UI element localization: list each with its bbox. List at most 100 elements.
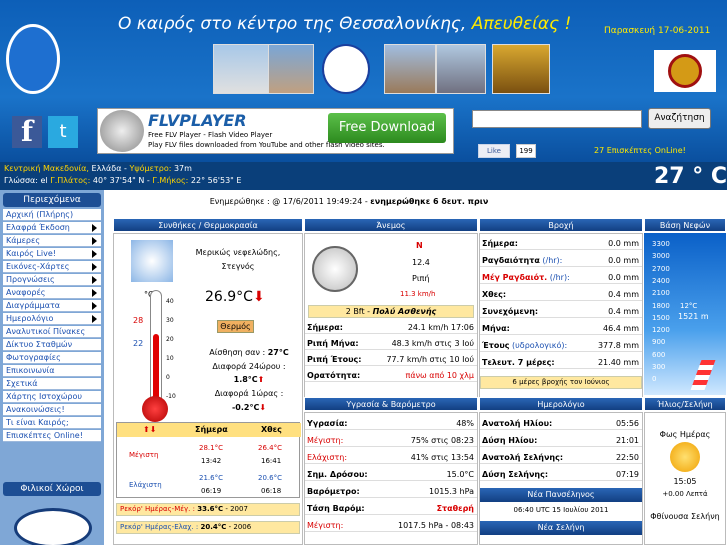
rain-row: Χθες: 0.4 mm (480, 289, 642, 301)
rain-row: Ραγδαιότητα (/hr): 0.0 mm (480, 255, 642, 267)
max-label: Μέγιστη (129, 451, 159, 459)
cloud-scale-tick: 300 (652, 363, 666, 371)
sidebar-item[interactable]: Διαγράμματα (3, 300, 101, 312)
facebook-like-button[interactable]: Like (478, 144, 510, 158)
submenu-arrow-icon (92, 263, 97, 271)
submenu-arrow-icon (92, 224, 97, 232)
col-calendar: Ημερολόγιο (479, 397, 643, 411)
calendar-row: Δύση Σελήνης: 07:19 (480, 469, 642, 481)
max-mark: 28 (133, 316, 144, 325)
thermo-tick: 30 (166, 317, 174, 324)
wind-row: Ριπή Μήνα: 48.3 km/h στις 3 Ιού (305, 338, 477, 350)
cloud-scale-tick: 1200 (652, 326, 670, 335)
sidebar-item[interactable]: Προγνώσεις (3, 274, 101, 286)
calendar-row: Δύση Ηλίου: 21:01 (480, 435, 642, 447)
warm-badge[interactable]: Θερμός (217, 320, 254, 333)
sidebar-item[interactable]: Ανακοινώσεις! (3, 404, 101, 416)
coin-logo (654, 50, 716, 92)
sidebar-item[interactable]: Κάμερες (3, 235, 101, 247)
full-moon-header: Νέα Πανσέληνος (480, 488, 642, 502)
sidebar-item[interactable]: Επικοινωνία (3, 365, 101, 377)
thermo-tick: 0 (166, 374, 170, 381)
daylight-delta: +0.00 Λεπτά (662, 490, 708, 498)
diff1-label: Διαφορά 1ώρας : (214, 389, 284, 398)
sidebar-item[interactable]: Εικόνες-Χάρτες (3, 261, 101, 273)
min-mark: 22 (133, 339, 144, 348)
cloud-height: 1521 m (678, 312, 709, 321)
col-conditions: Συνθήκες / Θερμοκρασία (113, 218, 303, 232)
cloud-scale-tick: 600 (652, 350, 666, 359)
flvplayer-ad-banner[interactable]: FLVPLAYER Free FLV Player - Flash Video … (97, 108, 454, 154)
submenu-arrow-icon (92, 302, 97, 310)
rain-row: Συνεχόμενη: 0.4 mm (480, 306, 642, 318)
search-input[interactable] (472, 110, 642, 128)
current-temperature: 27 ° C (654, 164, 727, 189)
friends-heading: Φιλικοί Χώροι (3, 482, 101, 496)
sidebar-item[interactable]: Τι είναι Καιρός; (3, 417, 101, 429)
sidebar-item[interactable]: Ελαφρά Έκδοση (3, 222, 101, 234)
col-wind: Άνεμος (304, 218, 478, 232)
online-visitors[interactable]: 27 Επισκέπτες OnLine! (594, 146, 686, 155)
submenu-arrow-icon (92, 250, 97, 258)
thermo-tick: 10 (166, 355, 174, 362)
rain-row: Μήνα: 46.4 mm (480, 323, 642, 335)
yday-header: Χθες (261, 425, 282, 434)
sidebar-item[interactable]: Φωτογραφίες (3, 352, 101, 364)
thermo-tick: 40 (166, 298, 174, 305)
col-cloud: Βάση Νεφών (644, 218, 726, 232)
wind-row: Σήμερα: 24.1 km/h 17:06 (305, 322, 477, 334)
cloud-scale-tick: 3300 (652, 240, 670, 248)
coords-line: Γλώσσα: el Γ.Πλάτος: 40° 37'54" N - Γ.Μή… (4, 176, 242, 185)
humidity-row: Τάση Βαρόμ: Σταθερή (305, 503, 477, 515)
sidebar-item[interactable]: Επισκέπτες Online! (3, 430, 101, 442)
min-today-time: 06:19 (201, 487, 222, 495)
humidity-row: Μέγιστη: 75% στις 08:23 (305, 435, 477, 447)
full-moon-date: 06:40 UTC 15 Ιουλίου 2011 (513, 506, 609, 514)
sidebar-item[interactable]: Ημερολόγιο (3, 313, 101, 325)
sidebar-item[interactable]: Σχετικά (3, 378, 101, 390)
wind-direction: Ν (416, 241, 423, 250)
record-max: Ρεκόρ' Ημέρας-Μέγ. : 33.6°C - 2007 (116, 503, 300, 516)
beaufort: 2 Bft - Πολύ Ασθενής (308, 305, 474, 318)
thermometer-bulb (142, 396, 168, 422)
hellas-weather-logo[interactable] (14, 508, 92, 545)
site-logo[interactable] (6, 24, 60, 94)
condition-rain: Στεγνός (221, 262, 255, 271)
gust-value: 11.3 km/h (400, 290, 436, 298)
moon-phase: Φθίνουσα Σελήνη (650, 512, 720, 521)
max-yday-time: 16:41 (261, 457, 282, 465)
sidebar-item[interactable]: Αναλυτικοί Πίνακες (3, 326, 101, 338)
photo-arch (384, 44, 436, 94)
cloud-scale-tick: 1800 (652, 301, 670, 310)
facebook-icon[interactable]: f (12, 116, 42, 148)
sidebar-item[interactable]: Δίκτυο Σταθμών (3, 339, 101, 351)
today-header: Σήμερα (195, 425, 228, 434)
wind-speed: 12.4 (412, 258, 430, 267)
max-today-time: 13:42 (201, 457, 222, 465)
humidity-row: Σημ. Δρόσου: 15.0°C (305, 469, 477, 481)
calendar-row: Ανατολή Ηλίου: 05:56 (480, 418, 642, 430)
sun-icon (670, 442, 700, 472)
submenu-arrow-icon (92, 237, 97, 245)
sidebar-item[interactable]: Αναφορές (3, 287, 101, 299)
thermo-tick: 20 (166, 336, 174, 343)
minmax-icon: ⬆⬇ (143, 425, 157, 434)
sidebar-item[interactable]: Καιρός Live! (3, 248, 101, 260)
humidity-row: Μέγιστη: 1017.5 hPa - 08:43 (305, 520, 477, 532)
sidebar-item[interactable]: Χάρτης Ιστοχώρου (3, 391, 101, 403)
wind-row: Ορατότητα: πάνω από 10 χλμ (305, 370, 477, 382)
min-yday-time: 06:18 (261, 487, 282, 495)
thermo-tick: -10 (166, 393, 176, 400)
last-updated: Ενημερώθηκε : @ 17/6/2011 19:49:24 - ενη… (209, 197, 489, 206)
twitter-icon[interactable]: t (48, 116, 78, 148)
sidebar-item[interactable]: Αρχική (Πλήρης) (3, 209, 101, 221)
thermometer (150, 290, 162, 410)
search-button[interactable]: Αναζήτηση (648, 108, 711, 129)
record-min: Ρεκόρ' Ημέρας-Ελαχ. : 20.4°C - 2006 (116, 521, 300, 534)
site-title: Ο καιρός στο κέντρο της Θεσσαλονίκης, Απ… (118, 14, 572, 34)
photo-chest (492, 44, 550, 94)
cloud-scale-tick: 0 (652, 375, 657, 384)
photo-statue (436, 44, 486, 94)
submenu-arrow-icon (92, 289, 97, 297)
free-download-button[interactable]: Free Download (328, 113, 446, 143)
